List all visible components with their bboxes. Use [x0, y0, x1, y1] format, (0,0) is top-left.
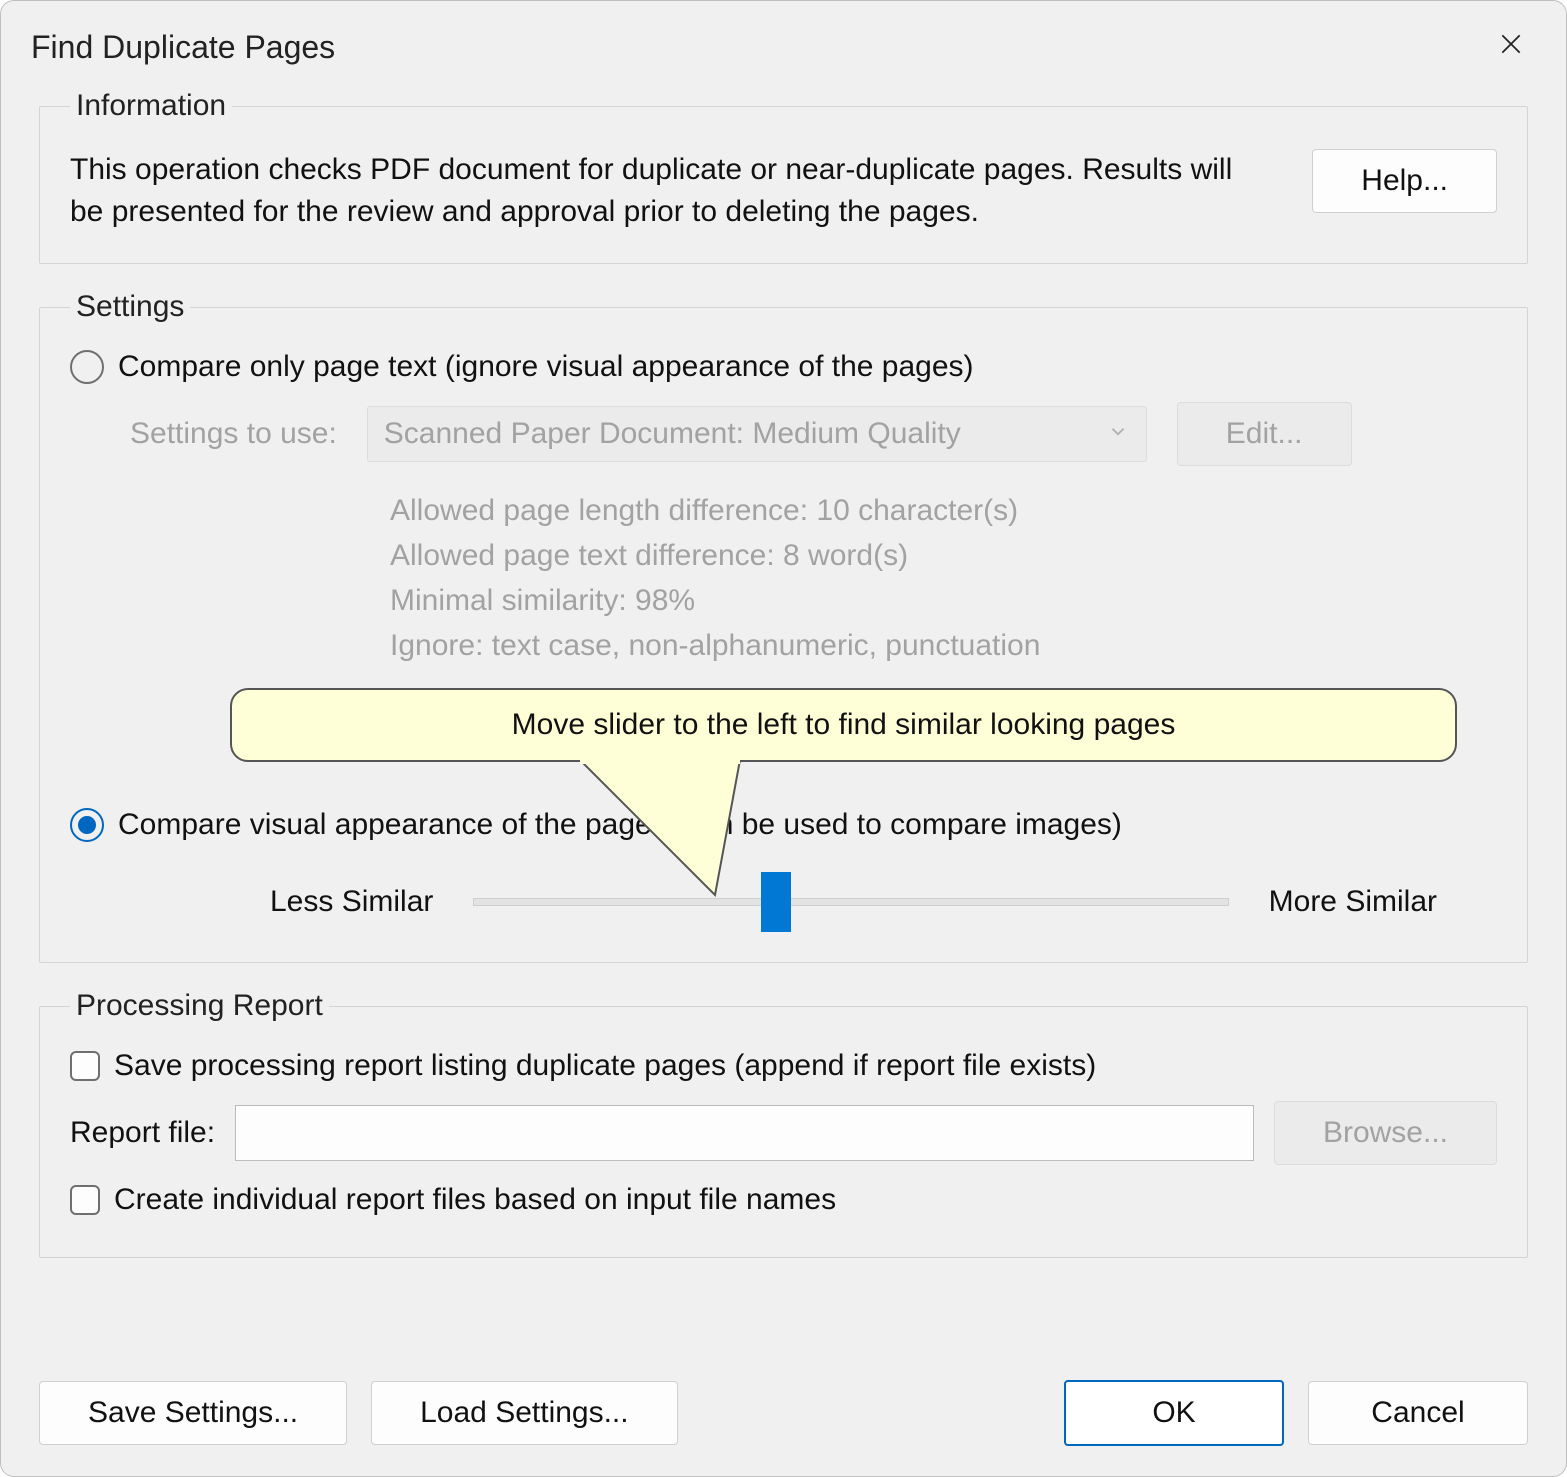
information-legend: Information — [70, 89, 232, 123]
information-text: This operation checks PDF document for d… — [70, 149, 1272, 233]
slider-track — [473, 898, 1228, 906]
browse-button[interactable]: Browse... — [1274, 1101, 1497, 1165]
radio-icon — [70, 808, 104, 842]
settings-legend: Settings — [70, 290, 190, 324]
compare-text-radio[interactable]: Compare only page text (ignore visual ap… — [70, 350, 1497, 384]
save-report-label: Save processing report listing duplicate… — [114, 1049, 1096, 1083]
radio-icon — [70, 350, 104, 384]
save-report-checkbox[interactable]: Save processing report listing duplicate… — [70, 1049, 1497, 1083]
dialog-footer: Save Settings... Load Settings... OK Can… — [1, 1356, 1566, 1476]
hint-length: Allowed page length difference: 10 chara… — [390, 488, 1497, 533]
settings-group: Settings Compare only page text (ignore … — [39, 290, 1528, 963]
callout-wrap: Move slider to the left to find similar … — [230, 688, 1457, 798]
settings-to-use-label: Settings to use: — [130, 417, 337, 451]
compare-text-label: Compare only page text (ignore visual ap… — [118, 350, 974, 384]
individual-reports-checkbox[interactable]: Create individual report files based on … — [70, 1183, 1497, 1217]
processing-report-group: Processing Report Save processing report… — [39, 989, 1528, 1258]
save-settings-button[interactable]: Save Settings... — [39, 1381, 347, 1445]
similarity-slider[interactable] — [473, 872, 1228, 932]
cancel-button[interactable]: Cancel — [1308, 1381, 1528, 1445]
edit-preset-button[interactable]: Edit... — [1177, 402, 1352, 466]
ok-button[interactable]: OK — [1064, 1380, 1284, 1446]
dialog-title: Find Duplicate Pages — [31, 29, 335, 66]
callout-tooltip: Move slider to the left to find similar … — [230, 688, 1457, 762]
report-file-label: Report file: — [70, 1116, 215, 1150]
checkbox-icon — [70, 1185, 100, 1215]
titlebar: Find Duplicate Pages — [1, 1, 1566, 89]
preset-value: Scanned Paper Document: Medium Quality — [367, 406, 1147, 462]
load-settings-button[interactable]: Load Settings... — [371, 1381, 677, 1445]
preset-select[interactable]: Scanned Paper Document: Medium Quality — [367, 406, 1147, 462]
hint-similarity: Minimal similarity: 98% — [390, 578, 1497, 623]
individual-reports-label: Create individual report files based on … — [114, 1183, 836, 1217]
compare-visual-radio[interactable]: Compare visual appearance of the pages (… — [70, 808, 1497, 842]
help-button[interactable]: Help... — [1312, 149, 1497, 213]
less-similar-label: Less Similar — [270, 885, 433, 919]
information-group: Information This operation checks PDF do… — [39, 89, 1528, 264]
find-duplicate-pages-dialog: Find Duplicate Pages Information This op… — [0, 0, 1567, 1477]
preset-hints: Allowed page length difference: 10 chara… — [390, 488, 1497, 668]
processing-report-legend: Processing Report — [70, 989, 329, 1023]
more-similar-label: More Similar — [1269, 885, 1437, 919]
hint-text-diff: Allowed page text difference: 8 word(s) — [390, 533, 1497, 578]
similarity-slider-area: Less Similar More Similar — [270, 872, 1437, 932]
checkbox-icon — [70, 1051, 100, 1081]
slider-thumb[interactable] — [761, 872, 791, 932]
hint-ignore: Ignore: text case, non-alphanumeric, pun… — [390, 623, 1497, 668]
close-icon[interactable] — [1486, 23, 1536, 71]
report-file-input[interactable] — [235, 1105, 1254, 1161]
